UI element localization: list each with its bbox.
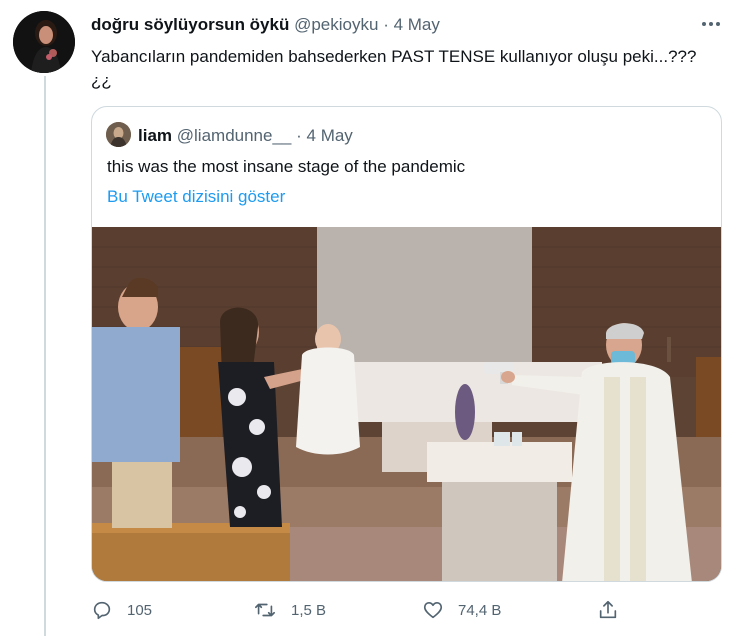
tweet-date[interactable]: 4 May [394, 15, 440, 34]
tweet-header: doğru söylüyorsun öykü @pekioyku · 4 May [91, 14, 440, 36]
thread-line [44, 76, 46, 636]
show-thread-link[interactable]: Bu Tweet dizisini göster [107, 186, 285, 208]
tweet-photo[interactable] [92, 227, 722, 582]
author-handle[interactable]: @pekioyku [294, 15, 378, 34]
retweet-count: 1,5 B [291, 601, 327, 619]
author-name[interactable]: doğru söylüyorsun öykü [91, 15, 289, 34]
heart-icon [423, 602, 443, 619]
tweet-text: Yabancıların pandemiden bahsederken PAST… [91, 47, 697, 90]
tweet-actions: 105 1,5 B 74,4 B [91, 597, 631, 623]
avatar-image [13, 11, 75, 73]
quoted-author-handle: @liamdunne__ [176, 126, 292, 145]
more-options-icon[interactable] [700, 14, 722, 34]
retweet-button[interactable]: 1,5 B [253, 597, 326, 623]
quoted-tweet-text: this was the most insane stage of the pa… [107, 157, 466, 176]
quoted-tweet-date: 4 May [306, 126, 353, 145]
quoted-tweet-header: liam @liamdunne__ · 4 May [138, 125, 353, 147]
quoted-header-separator: · [296, 126, 302, 145]
author-avatar[interactable] [13, 11, 75, 73]
retweet-icon [255, 603, 275, 617]
like-button[interactable]: 74,4 B [422, 597, 501, 623]
quoted-tweet-card[interactable]: liam @liamdunne__ · 4 May this was the m… [91, 106, 722, 582]
reply-icon [93, 601, 111, 620]
share-icon [599, 600, 617, 619]
reply-count: 105 [127, 601, 153, 619]
share-button[interactable] [597, 597, 619, 623]
quoted-author-avatar [106, 122, 131, 147]
reply-button[interactable]: 105 [91, 597, 152, 623]
header-separator: · [383, 15, 389, 34]
like-count: 74,4 B [458, 601, 502, 619]
quoted-author-name: liam [138, 126, 173, 145]
